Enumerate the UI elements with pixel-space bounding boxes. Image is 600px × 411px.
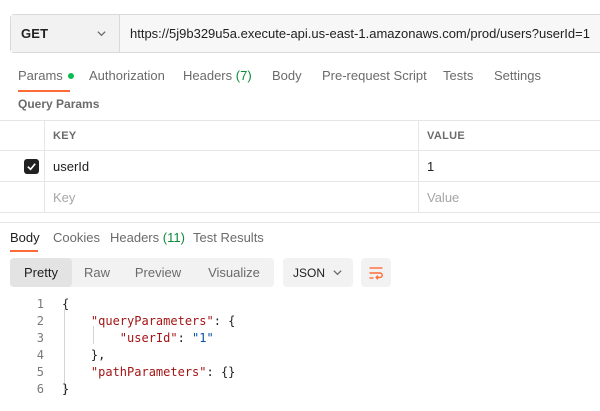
query-params-title: Query Params <box>18 97 99 111</box>
code-text: "queryParameters": { <box>62 313 235 330</box>
tab-headers[interactable]: Headers (7) <box>183 68 252 83</box>
request-url-bar: GET https://5j9b329u5a.execute-api.us-ea… <box>10 14 600 53</box>
code-text: "userId": "1" <box>62 330 214 347</box>
line-number: 2 <box>20 313 44 330</box>
response-active-tab-indicator <box>10 250 38 252</box>
tab-pre-request-script[interactable]: Pre-request Script <box>322 68 427 83</box>
param-key: userId <box>53 159 89 174</box>
wrap-lines-icon <box>368 266 384 280</box>
new-value-input[interactable]: Value <box>419 182 600 212</box>
param-value: 1 <box>427 159 434 174</box>
response-tab-body[interactable]: Body <box>10 230 40 245</box>
response-tab-cookies[interactable]: Cookies <box>53 230 100 245</box>
request-tabs: Params Authorization Headers (7) Body Pr… <box>0 60 600 90</box>
code-line: 6} <box>0 381 600 398</box>
active-tab-indicator <box>18 90 70 92</box>
code-text: { <box>62 296 69 313</box>
method-label: GET <box>21 26 48 41</box>
format-pretty[interactable]: Pretty <box>10 258 72 287</box>
code-line: 4 }, <box>0 347 600 364</box>
line-number: 1 <box>20 296 44 313</box>
code-text: "pathParameters": {} <box>62 364 235 381</box>
tab-authorization[interactable]: Authorization <box>89 68 165 83</box>
param-enabled-checkbox[interactable] <box>24 159 39 174</box>
param-value-cell[interactable]: 1 <box>419 151 600 181</box>
code-line: 5 "pathParameters": {} <box>0 364 600 381</box>
response-tab-headers[interactable]: Headers (11) <box>110 230 185 245</box>
line-number: 5 <box>20 364 44 381</box>
response-tab-test-results[interactable]: Test Results <box>193 230 264 245</box>
tab-tests[interactable]: Tests <box>443 68 473 83</box>
format-preview[interactable]: Preview <box>122 258 194 287</box>
tab-settings[interactable]: Settings <box>494 68 541 83</box>
query-params-table: KEY VALUE userId 1 Key Value <box>0 120 600 213</box>
line-number: 4 <box>20 347 44 364</box>
method-select[interactable]: GET <box>11 15 120 52</box>
params-active-dot <box>68 73 74 79</box>
wrap-lines-button[interactable] <box>361 258 391 287</box>
code-line: 1{ <box>0 296 600 313</box>
response-body-viewer[interactable]: 1{2 "queryParameters": {3 "userId": "1"4… <box>0 296 600 398</box>
check-icon <box>26 161 37 172</box>
table-row: Key Value <box>0 182 600 213</box>
tab-body[interactable]: Body <box>272 68 302 83</box>
url-input[interactable]: https://5j9b329u5a.execute-api.us-east-1… <box>120 15 600 52</box>
value-column-header: VALUE <box>427 130 465 142</box>
line-number: 6 <box>20 381 44 398</box>
code-line: 3 "userId": "1" <box>0 330 600 347</box>
response-tabs: Body Cookies Headers (11) Test Results <box>0 222 600 250</box>
language-select[interactable]: JSON <box>283 258 353 287</box>
format-visualize[interactable]: Visualize <box>194 258 274 287</box>
language-label: JSON <box>293 266 325 280</box>
line-number: 3 <box>20 330 44 347</box>
code-line: 2 "queryParameters": { <box>0 313 600 330</box>
param-key-cell[interactable]: userId <box>45 151 419 181</box>
chevron-down-icon <box>332 267 343 278</box>
code-text: } <box>62 381 69 398</box>
format-raw[interactable]: Raw <box>72 258 122 287</box>
new-key-input[interactable]: Key <box>45 182 419 212</box>
tab-params[interactable]: Params <box>18 68 74 83</box>
table-header-row: KEY VALUE <box>0 120 600 151</box>
code-text: }, <box>62 347 105 364</box>
table-row: userId 1 <box>0 151 600 182</box>
chevron-down-icon <box>96 28 107 39</box>
format-segmented-control: Pretty Raw Preview Visualize <box>10 258 274 287</box>
key-column-header: KEY <box>53 130 77 142</box>
